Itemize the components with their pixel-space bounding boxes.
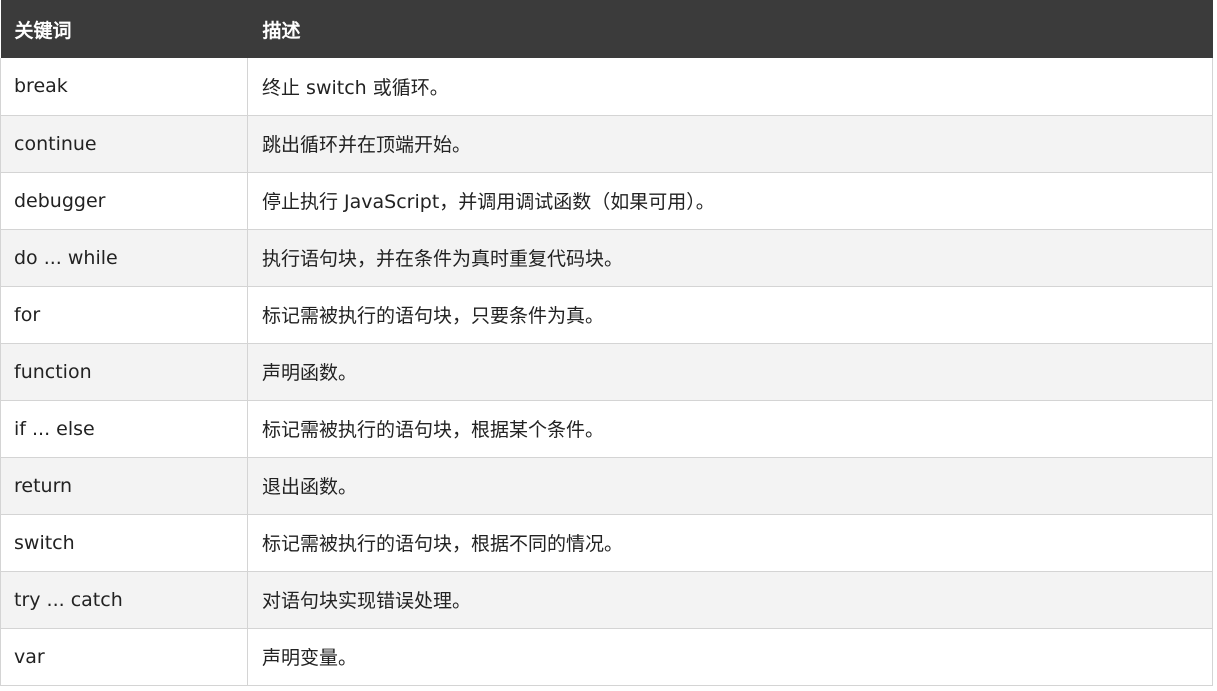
header-description: 描述 [262, 19, 301, 42]
description-cell: 停止执行 JavaScript，并调用调试函数（如果可用）。 [247, 172, 1213, 230]
description-cell: 对语句块实现错误处理。 [247, 571, 1213, 629]
keyword-cell: function [0, 343, 248, 401]
table-row: function 声明函数。 [0, 343, 1213, 401]
description-cell: 标记需被执行的语句块，根据不同的情况。 [247, 514, 1213, 572]
keyword-cell: try ... catch [0, 571, 248, 629]
table-row: switch 标记需被执行的语句块，根据不同的情况。 [0, 514, 1213, 572]
description-cell: 执行语句块，并在条件为真时重复代码块。 [247, 229, 1213, 287]
description-cell: 声明变量。 [247, 628, 1213, 686]
description-cell: 声明函数。 [247, 343, 1213, 401]
table-row: do ... while 执行语句块，并在条件为真时重复代码块。 [0, 229, 1213, 287]
table-row: for 标记需被执行的语句块，只要条件为真。 [0, 286, 1213, 344]
table-row: return 退出函数。 [0, 457, 1213, 515]
keyword-cell: switch [0, 514, 248, 572]
description-cell: 终止 switch 或循环。 [247, 58, 1213, 116]
table-row: break 终止 switch 或循环。 [0, 58, 1213, 116]
description-cell: 标记需被执行的语句块，只要条件为真。 [247, 286, 1213, 344]
header-row: 关键词 描述 [0, 0, 1213, 58]
table-row: var 声明变量。 [0, 628, 1213, 686]
keyword-cell: break [0, 58, 248, 116]
table-row: continue 跳出循环并在顶端开始。 [0, 115, 1213, 173]
description-cell: 退出函数。 [247, 457, 1213, 515]
keyword-cell: var [0, 628, 248, 686]
header-keyword: 关键词 [14, 19, 72, 42]
keyword-cell: do ... while [0, 229, 248, 287]
keyword-cell: debugger [0, 172, 248, 230]
table-header: 关键词 描述 [0, 0, 1213, 58]
table-row: try ... catch 对语句块实现错误处理。 [0, 571, 1213, 629]
table-body: break 终止 switch 或循环。 continue 跳出循环并在顶端开始… [0, 58, 1213, 686]
table-row: debugger 停止执行 JavaScript，并调用调试函数（如果可用）。 [0, 172, 1213, 230]
keywords-table: 关键词 描述 break 终止 switch 或循环。 continue 跳出循… [0, 0, 1213, 686]
table-row: if ... else 标记需被执行的语句块，根据某个条件。 [0, 400, 1213, 458]
keyword-cell: if ... else [0, 400, 248, 458]
keyword-cell: continue [0, 115, 248, 173]
keyword-cell: for [0, 286, 248, 344]
description-cell: 跳出循环并在顶端开始。 [247, 115, 1213, 173]
description-cell: 标记需被执行的语句块，根据某个条件。 [247, 400, 1213, 458]
keyword-cell: return [0, 457, 248, 515]
